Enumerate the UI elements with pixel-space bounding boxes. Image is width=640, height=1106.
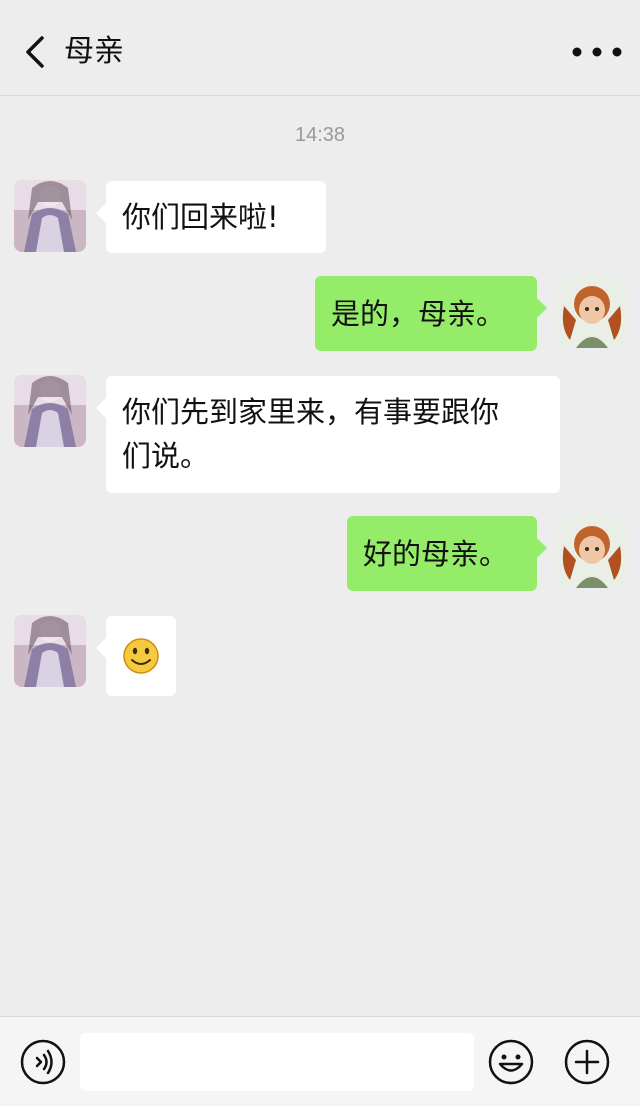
message-text: 是的，母亲。 [331, 297, 506, 331]
message-bubble-received[interactable]: 你们回来啦! [96, 181, 326, 253]
message-bubble-received[interactable]: 你们先到家里来，有事要跟你 们说。 [96, 376, 560, 493]
plus-button[interactable] [564, 1039, 610, 1085]
message-input[interactable] [80, 1033, 474, 1091]
more-dots-icon [572, 47, 622, 57]
message-bubble-received[interactable] [96, 616, 176, 696]
contact-avatar[interactable] [14, 375, 86, 447]
message-bubble-sent[interactable]: 好的母亲。 [347, 516, 547, 591]
back-button[interactable] [18, 32, 54, 72]
emoji-icon [488, 1039, 534, 1085]
voice-icon [20, 1039, 66, 1085]
contact-avatar[interactable] [14, 615, 86, 687]
input-bar [0, 1016, 640, 1106]
my-avatar[interactable] [556, 276, 628, 348]
plus-icon [564, 1039, 610, 1085]
my-avatar[interactable] [556, 516, 628, 588]
message-text: 你们回来啦! [122, 200, 279, 234]
message-timestamp: 14:38 [294, 124, 346, 146]
contact-avatar[interactable] [14, 180, 86, 252]
emoji-button[interactable] [488, 1039, 534, 1085]
chat-header: 母亲 [0, 0, 640, 96]
message-text: 好的母亲。 [363, 537, 509, 571]
message-text-line: 们说。 [122, 439, 210, 473]
message-bubble-sent[interactable]: 是的，母亲。 [315, 276, 547, 351]
more-button[interactable] [570, 42, 624, 62]
chevron-left-icon [26, 36, 44, 68]
voice-button[interactable] [20, 1039, 66, 1085]
chat-title: 母亲 [64, 34, 124, 69]
message-text-line: 你们先到家里来，有事要跟你 [122, 395, 500, 429]
smiley-emoji-icon [123, 638, 159, 674]
